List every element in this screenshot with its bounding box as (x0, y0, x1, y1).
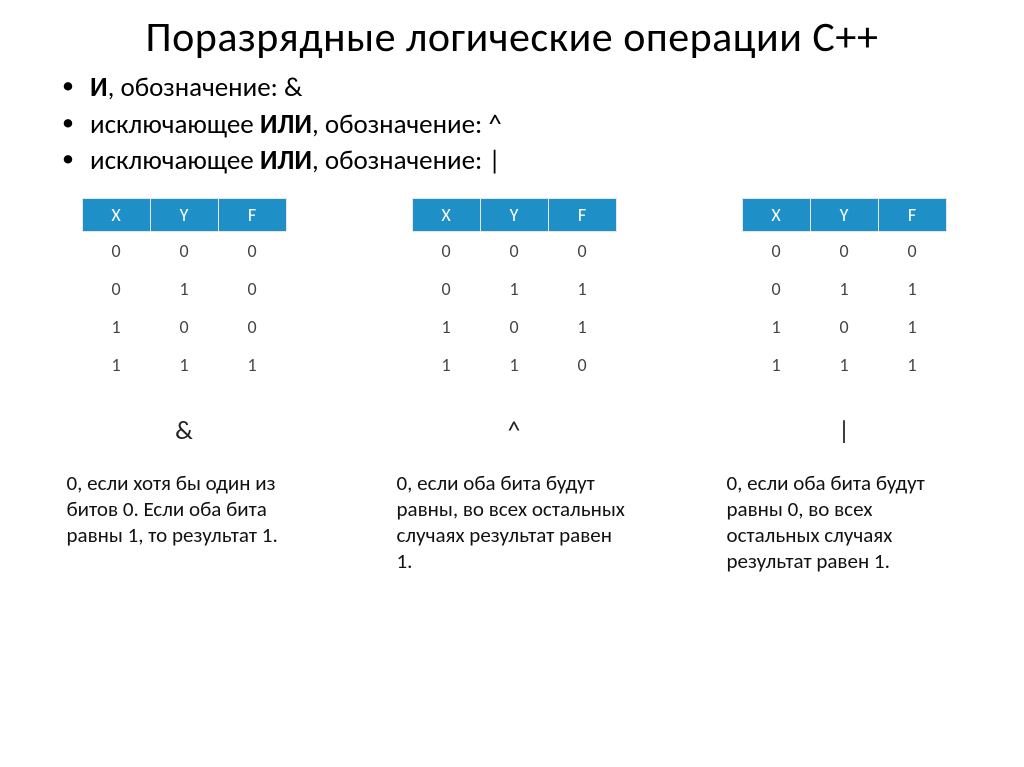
table-row: 010 (82, 270, 286, 308)
operator-label-xor: ^ (508, 414, 521, 446)
truth-table-and: X Y F 000 010 100 111 (82, 198, 287, 384)
table-row: 000 (742, 231, 946, 270)
col-or: X Y F 000 011 101 111 | 0, если оба бита… (704, 198, 984, 575)
slide-title: Поразрядные логические операции С++ (0, 0, 1024, 62)
col-and: X Y F 000 010 100 111 & 0, если хотя бы … (44, 198, 324, 575)
th: X (742, 198, 810, 231)
desc-or: 0, если оба бита будут равны 0, во всех … (727, 470, 962, 575)
bullet-rest: , обозначение: & (108, 71, 303, 104)
table-header-row: X Y F (742, 198, 946, 231)
table-row: 011 (742, 270, 946, 308)
table-row: 111 (742, 346, 946, 384)
th: X (82, 198, 150, 231)
table-row: 011 (412, 270, 616, 308)
th: F (218, 198, 286, 231)
bullet-prefix: исключающее (90, 108, 260, 141)
th: Y (150, 198, 218, 231)
tables-row: X Y F 000 010 100 111 & 0, если хотя бы … (0, 198, 1024, 575)
bullet-item: исключающее ИЛИ, обозначение: ^ (56, 107, 1024, 143)
bullet-list: И, обозначение: & исключающее ИЛИ, обозн… (56, 70, 1024, 179)
table-row: 000 (82, 231, 286, 270)
bullet-strong: И (90, 71, 108, 104)
bullet-strong: ИЛИ (260, 144, 312, 177)
bullet-item: исключающее ИЛИ, обозначение: | (56, 143, 1024, 179)
table-row: 111 (82, 346, 286, 384)
table-header-row: X Y F (82, 198, 286, 231)
th: Y (480, 198, 548, 231)
th: X (412, 198, 480, 231)
th: F (878, 198, 946, 231)
bullet-rest: , обозначение: | (312, 144, 501, 177)
slide: Поразрядные логические операции С++ И, о… (0, 0, 1024, 767)
table-row: 101 (742, 308, 946, 346)
operator-label-and: & (175, 414, 193, 446)
table-header-row: X Y F (412, 198, 616, 231)
table-row: 100 (82, 308, 286, 346)
desc-xor: 0, если оба бита будут равны, во всех ос… (397, 470, 632, 575)
col-xor: X Y F 000 011 101 110 ^ 0, если оба бита… (374, 198, 654, 575)
table-row: 101 (412, 308, 616, 346)
bullet-prefix: исключающее (90, 144, 260, 177)
th: Y (810, 198, 878, 231)
th: F (548, 198, 616, 231)
desc-and: 0, если хотя бы один из битов 0. Если об… (67, 470, 302, 549)
bullet-strong: ИЛИ (260, 108, 312, 141)
truth-table-or: X Y F 000 011 101 111 (742, 198, 947, 384)
truth-table-xor: X Y F 000 011 101 110 (412, 198, 617, 384)
operator-label-or: | (838, 414, 850, 446)
table-row: 110 (412, 346, 616, 384)
table-row: 000 (412, 231, 616, 270)
bullet-rest: , обозначение: ^ (312, 108, 502, 141)
bullet-item: И, обозначение: & (56, 70, 1024, 106)
